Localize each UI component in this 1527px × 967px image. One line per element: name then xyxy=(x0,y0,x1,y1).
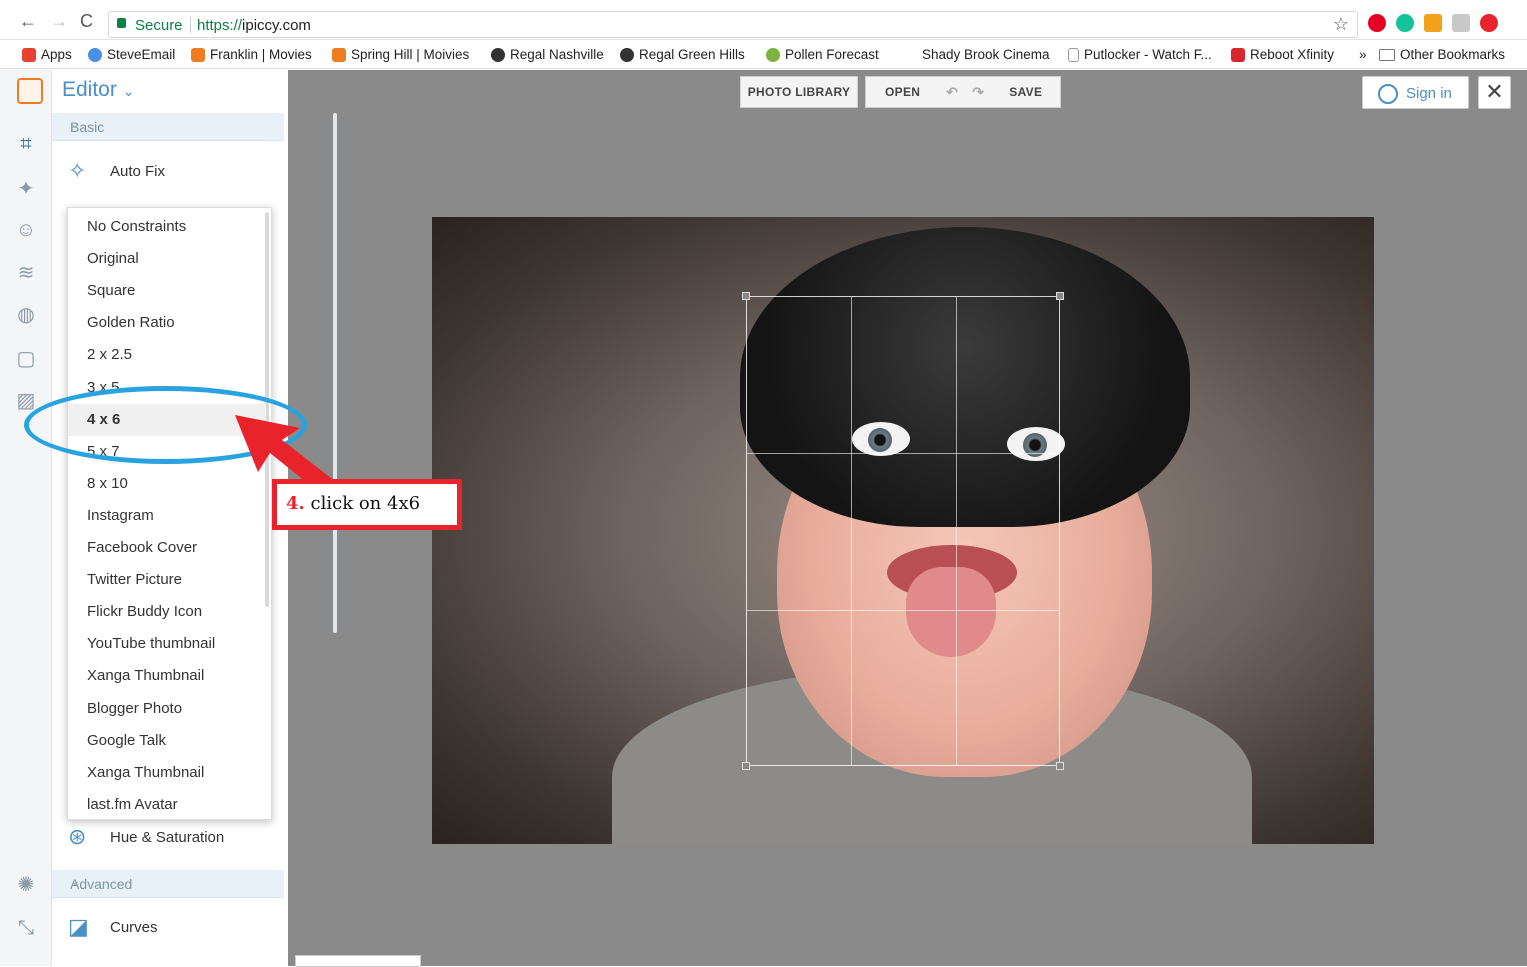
bookmarks-bar: Apps SteveEmail Franklin | Movies Spring… xyxy=(0,41,1527,69)
crop-ratio-option[interactable]: Blogger Photo xyxy=(68,693,266,725)
crop-ratio-option[interactable]: Xanga Thumbnail xyxy=(68,757,266,789)
undo-icon[interactable]: ↶ xyxy=(946,84,958,101)
crop-ratio-option[interactable]: Golden Ratio xyxy=(68,307,266,339)
page-icon xyxy=(1068,47,1079,62)
editor-menu[interactable]: Editor ⌄ xyxy=(62,78,134,102)
bookmark-putlocker[interactable]: Putlocker - Watch F... xyxy=(1068,47,1212,62)
bookmark-apps[interactable]: Apps xyxy=(22,47,72,62)
palette-icon[interactable]: ◍ xyxy=(14,302,38,326)
ipiccy-app: ⌗ ✦ ☺ ≋ ◍ ▢ ▨ ✺ ⤡ Editor ⌄ Basic ⌄ ✧ Auto … xyxy=(0,70,1527,967)
crop-ratio-option[interactable]: Facebook Cover xyxy=(68,532,266,564)
color-circles-icon: ⊛ xyxy=(68,824,87,849)
bookmark-regal-nashville[interactable]: Regal Nashville xyxy=(491,47,604,62)
ticket-icon xyxy=(191,47,205,62)
secure-label: Secure xyxy=(135,17,183,34)
ipiccy-logo-icon[interactable] xyxy=(17,78,43,104)
regal-icon xyxy=(491,47,505,62)
sign-in-button[interactable]: Sign in xyxy=(1362,76,1469,109)
user-icon xyxy=(1378,84,1398,104)
browser-toolbar: ← → C Secure https://ipiccy.com ☆ xyxy=(0,0,1527,40)
crop-ratio-option[interactable]: Square xyxy=(68,275,266,307)
lock-icon xyxy=(117,18,126,28)
bookmark-xfinity[interactable]: Reboot Xfinity xyxy=(1231,47,1334,62)
chevron-down-icon: ⌄ xyxy=(70,874,81,888)
close-button[interactable]: ✕ xyxy=(1478,76,1511,109)
layers-icon[interactable]: ≋ xyxy=(14,260,38,284)
crop-ratio-option[interactable]: YouTube thumbnail xyxy=(68,628,266,660)
crop-ratio-option[interactable]: Original xyxy=(68,243,266,275)
globe-icon xyxy=(88,47,102,62)
face-icon[interactable]: ☺ xyxy=(14,218,38,242)
bookmark-franklin[interactable]: Franklin | Movies xyxy=(191,47,312,62)
save-button[interactable]: SAVE xyxy=(1009,85,1042,99)
crop-ratio-dropdown: No Constraints Original Square Golden Ratio… xyxy=(67,207,272,820)
magic-wand-icon[interactable]: ✦ xyxy=(14,176,38,200)
crop-ratio-option[interactable]: 2 x 2.5 xyxy=(68,339,266,371)
crop-ratio-option[interactable]: No Constraints xyxy=(68,211,266,243)
chevron-down-icon: ⌄ xyxy=(122,83,135,99)
bookmark-star-icon[interactable]: ☆ xyxy=(1333,14,1349,35)
panel-scrollbar[interactable] xyxy=(333,113,337,633)
photo-library-button[interactable]: PHOTO LIBRARY xyxy=(740,76,858,108)
pollen-icon xyxy=(766,47,780,62)
auto-fix-item[interactable]: ✧ Auto Fix xyxy=(52,152,284,192)
address-bar[interactable]: Secure https://ipiccy.com ☆ xyxy=(108,11,1358,38)
advanced-section-header[interactable]: Advanced ⌄ xyxy=(52,870,284,898)
xfinity-icon xyxy=(1231,47,1245,62)
crop-box[interactable] xyxy=(742,292,1064,770)
apps-grid-icon xyxy=(22,47,36,62)
redo-icon[interactable]: ↷ xyxy=(972,84,984,101)
tool-sidebar: ⌗ ✦ ☺ ≋ ◍ ▢ ▨ ✺ ⤡ xyxy=(0,70,52,966)
fullscreen-icon[interactable]: ⤡ xyxy=(14,916,38,940)
crop-ratio-option[interactable]: Instagram xyxy=(68,500,266,532)
bookmark-pollen[interactable]: Pollen Forecast xyxy=(766,47,879,62)
hue-saturation-item[interactable]: ⊛ Hue & Saturation xyxy=(52,818,284,858)
grammarly-icon[interactable] xyxy=(1396,14,1414,32)
crop-handle[interactable] xyxy=(742,292,750,300)
crop-ratio-option[interactable]: Google Talk xyxy=(68,725,266,757)
image-size-tab xyxy=(295,955,421,967)
url-text[interactable]: https://ipiccy.com xyxy=(197,17,311,34)
bookmark-spring-hill[interactable]: Spring Hill | Moivies xyxy=(332,47,469,62)
bookmark-regal-green-hills[interactable]: Regal Green Hills xyxy=(620,47,745,62)
open-button[interactable]: OPEN xyxy=(885,85,920,99)
pinterest-icon[interactable] xyxy=(1368,14,1386,32)
reload-button[interactable]: C xyxy=(80,11,93,32)
basic-section-header[interactable]: Basic ⌄ xyxy=(52,113,284,141)
bookmark-other[interactable]: Other Bookmarks xyxy=(1379,47,1505,62)
file-toolbar: OPEN ↶ ↷ SAVE xyxy=(865,76,1061,108)
crop-ratio-option[interactable]: Twitter Picture xyxy=(68,564,266,596)
crop-handle[interactable] xyxy=(1056,292,1064,300)
curves-icon: ◪ xyxy=(68,914,89,939)
feedly-icon[interactable] xyxy=(1424,14,1442,32)
forward-button[interactable]: → xyxy=(50,11,68,32)
frame-icon[interactable]: ▢ xyxy=(14,346,38,370)
adblock-icon[interactable] xyxy=(1480,14,1498,32)
bookmark-shady-brook[interactable]: Shady Brook Cinema xyxy=(922,47,1050,62)
back-button[interactable]: ← xyxy=(19,11,37,32)
crop-ratio-option[interactable]: last.fm Avatar xyxy=(68,789,266,821)
ticket-icon xyxy=(332,47,346,62)
annotation-callout: 4. click on 4x6 xyxy=(272,479,462,530)
curves-item[interactable]: ◪ Curves xyxy=(52,908,284,948)
extension-icon[interactable] xyxy=(1452,14,1470,32)
regal-icon xyxy=(620,47,634,62)
crop-ratio-option[interactable]: Xanga Thumbnail xyxy=(68,660,266,692)
crop-icon[interactable]: ⌗ xyxy=(14,132,38,156)
chevron-down-icon: ⌄ xyxy=(70,117,81,131)
extension-icons xyxy=(1368,14,1498,34)
folder-icon xyxy=(1379,48,1395,61)
texture-icon[interactable]: ▨ xyxy=(14,388,38,412)
lightbulb-icon[interactable]: ✺ xyxy=(14,872,38,896)
address-divider xyxy=(190,17,191,33)
crop-handle[interactable] xyxy=(1056,762,1064,770)
crop-handle[interactable] xyxy=(742,762,750,770)
bookmarks-overflow[interactable]: » xyxy=(1359,47,1367,62)
magic-wand-icon: ✧ xyxy=(68,158,87,183)
bookmark-steveemail[interactable]: SteveEmail xyxy=(88,47,175,62)
crop-ratio-option[interactable]: Flickr Buddy Icon xyxy=(68,596,266,628)
